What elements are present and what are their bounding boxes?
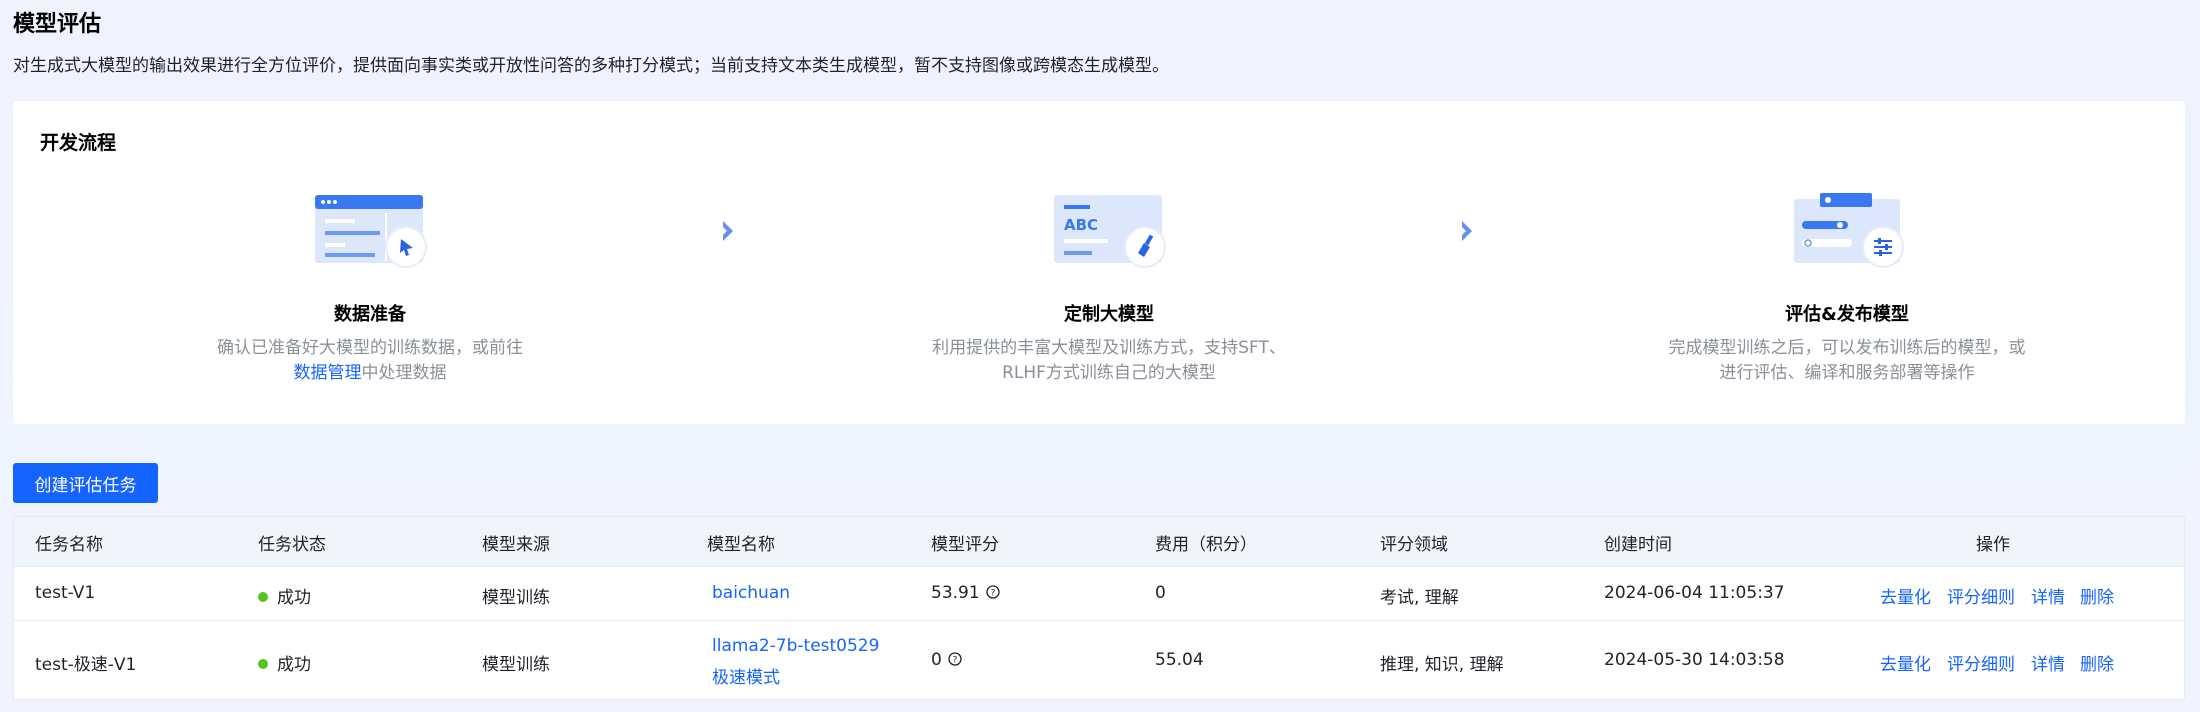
cell-model-link[interactable]: llama2-7b-test0529 <box>712 636 879 656</box>
col-header-source: 模型来源 <box>482 535 550 555</box>
step-desc: 确认已准备好大模型的训练数据，或前往 数据管理中处理数据 <box>160 336 580 386</box>
create-eval-task-button[interactable]: 创建评估任务 <box>13 463 158 503</box>
cell-domain: 推理, 知识, 理解 <box>1380 655 1504 675</box>
dequantize-link[interactable]: 去量化 <box>1880 650 1931 675</box>
cell-source: 模型训练 <box>482 655 550 675</box>
cell-domain: 考试, 理解 <box>1380 588 1459 608</box>
help-circle-icon[interactable]: ? <box>948 652 962 666</box>
status-text: 成功 <box>277 588 311 608</box>
dequantize-link[interactable]: 去量化 <box>1880 583 1931 608</box>
cell-status: 成功 <box>258 583 311 608</box>
abc-brush-icon: ABC <box>1044 191 1174 273</box>
col-header-domain: 评分领域 <box>1380 535 1448 555</box>
settings-panel-icon <box>1782 191 1912 273</box>
col-header-status: 任务状态 <box>258 535 326 555</box>
success-dot-icon <box>258 659 268 669</box>
flow-step-data-prep: 数据准备 确认已准备好大模型的训练数据，或前往 数据管理中处理数据 <box>160 191 580 386</box>
cell-source: 模型训练 <box>482 588 550 608</box>
table-row: test-极速-V1 成功 模型训练 llama2-7b-test0529 极速… <box>14 621 2184 701</box>
help-circle-icon[interactable]: ? <box>986 585 1000 599</box>
step-desc-line1: 利用提供的丰富大模型及训练方式，支持SFT、 <box>932 338 1286 358</box>
score-rules-link[interactable]: 评分细则 <box>1947 583 2015 608</box>
cell-score: 53.91? <box>931 583 1000 603</box>
cell-status: 成功 <box>258 650 311 675</box>
chevron-right-icon <box>718 218 738 244</box>
step-desc-line1: 确认已准备好大模型的训练数据，或前往 <box>217 338 523 358</box>
col-header-model-name: 模型名称 <box>707 535 775 555</box>
score-rules-link[interactable]: 评分细则 <box>1947 650 2015 675</box>
score-value: 53.91 <box>931 583 980 603</box>
cell-cost: 0 <box>1155 583 1166 603</box>
table-row: test-V1 成功 模型训练 baichuan 53.91? 0 考试, 理解… <box>14 568 2184 621</box>
delete-link[interactable]: 删除 <box>2080 583 2114 608</box>
eval-task-table: 任务名称 任务状态 模型来源 模型名称 模型评分 费用（积分） 评分领域 创建时… <box>13 516 2185 700</box>
cell-task-name: test-V1 <box>35 583 96 603</box>
col-header-task-name: 任务名称 <box>35 535 103 555</box>
col-header-score: 模型评分 <box>931 535 999 555</box>
step-desc-line2: 中处理数据 <box>361 363 447 383</box>
cell-cost: 55.04 <box>1155 650 1204 670</box>
chevron-right-icon <box>1457 218 1477 244</box>
cell-model-link[interactable]: baichuan <box>712 583 790 603</box>
cell-task-name: test-极速-V1 <box>35 655 137 675</box>
page-description: 对生成式大模型的输出效果进行全方位评价，提供面向事实类或开放性问答的多种打分模式… <box>13 56 1169 76</box>
page-title: 模型评估 <box>13 12 102 37</box>
details-link[interactable]: 详情 <box>2031 583 2065 608</box>
col-header-cost: 费用（积分） <box>1155 535 1257 555</box>
cell-created: 2024-05-30 14:03:58 <box>1604 650 1785 670</box>
delete-link[interactable]: 删除 <box>2080 650 2114 675</box>
step-name: 数据准备 <box>334 304 406 325</box>
cell-model-mode-link[interactable]: 极速模式 <box>712 663 780 688</box>
flow-step-evaluate-publish: 评估&发布模型 完成模型训练之后，可以发布训练后的模型，或 进行评估、编译和服务… <box>1637 191 2057 386</box>
cell-score: 0? <box>931 650 962 670</box>
svg-text:ABC: ABC <box>1064 216 1098 234</box>
dev-flow-card: 开发流程 数据准备 确认已准备好大模型的训练数据，或前往 数据管理中处理数据 A… <box>13 101 2185 424</box>
cell-created: 2024-06-04 11:05:37 <box>1604 583 1785 603</box>
step-name: 定制大模型 <box>1064 304 1154 325</box>
step-desc-line1: 完成模型训练之后，可以发布训练后的模型，或 <box>1668 338 2026 358</box>
step-desc: 利用提供的丰富大模型及训练方式，支持SFT、 RLHF方式训练自己的大模型 <box>899 336 1319 386</box>
step-desc-line2: 进行评估、编译和服务部署等操作 <box>1719 363 1975 383</box>
svg-text:?: ? <box>952 656 957 666</box>
data-window-icon <box>305 191 435 273</box>
status-text: 成功 <box>277 655 311 675</box>
svg-text:?: ? <box>990 589 995 599</box>
details-link[interactable]: 详情 <box>2031 650 2065 675</box>
col-header-created: 创建时间 <box>1604 535 1672 555</box>
col-header-actions: 操作 <box>1976 535 2010 555</box>
flow-title: 开发流程 <box>40 132 117 154</box>
step-name: 评估&发布模型 <box>1785 304 1909 325</box>
step-desc: 完成模型训练之后，可以发布训练后的模型，或 进行评估、编译和服务部署等操作 <box>1637 336 2057 386</box>
table-header: 任务名称 任务状态 模型来源 模型名称 模型评分 费用（积分） 评分领域 创建时… <box>14 517 2184 567</box>
step-desc-line2: RLHF方式训练自己的大模型 <box>1002 363 1216 383</box>
flow-step-custom-model: ABC 定制大模型 利用提供的丰富大模型及训练方式，支持SFT、 RLHF方式训… <box>899 191 1319 386</box>
success-dot-icon <box>258 592 268 602</box>
score-value: 0 <box>931 650 942 670</box>
data-management-link[interactable]: 数据管理 <box>294 363 362 383</box>
